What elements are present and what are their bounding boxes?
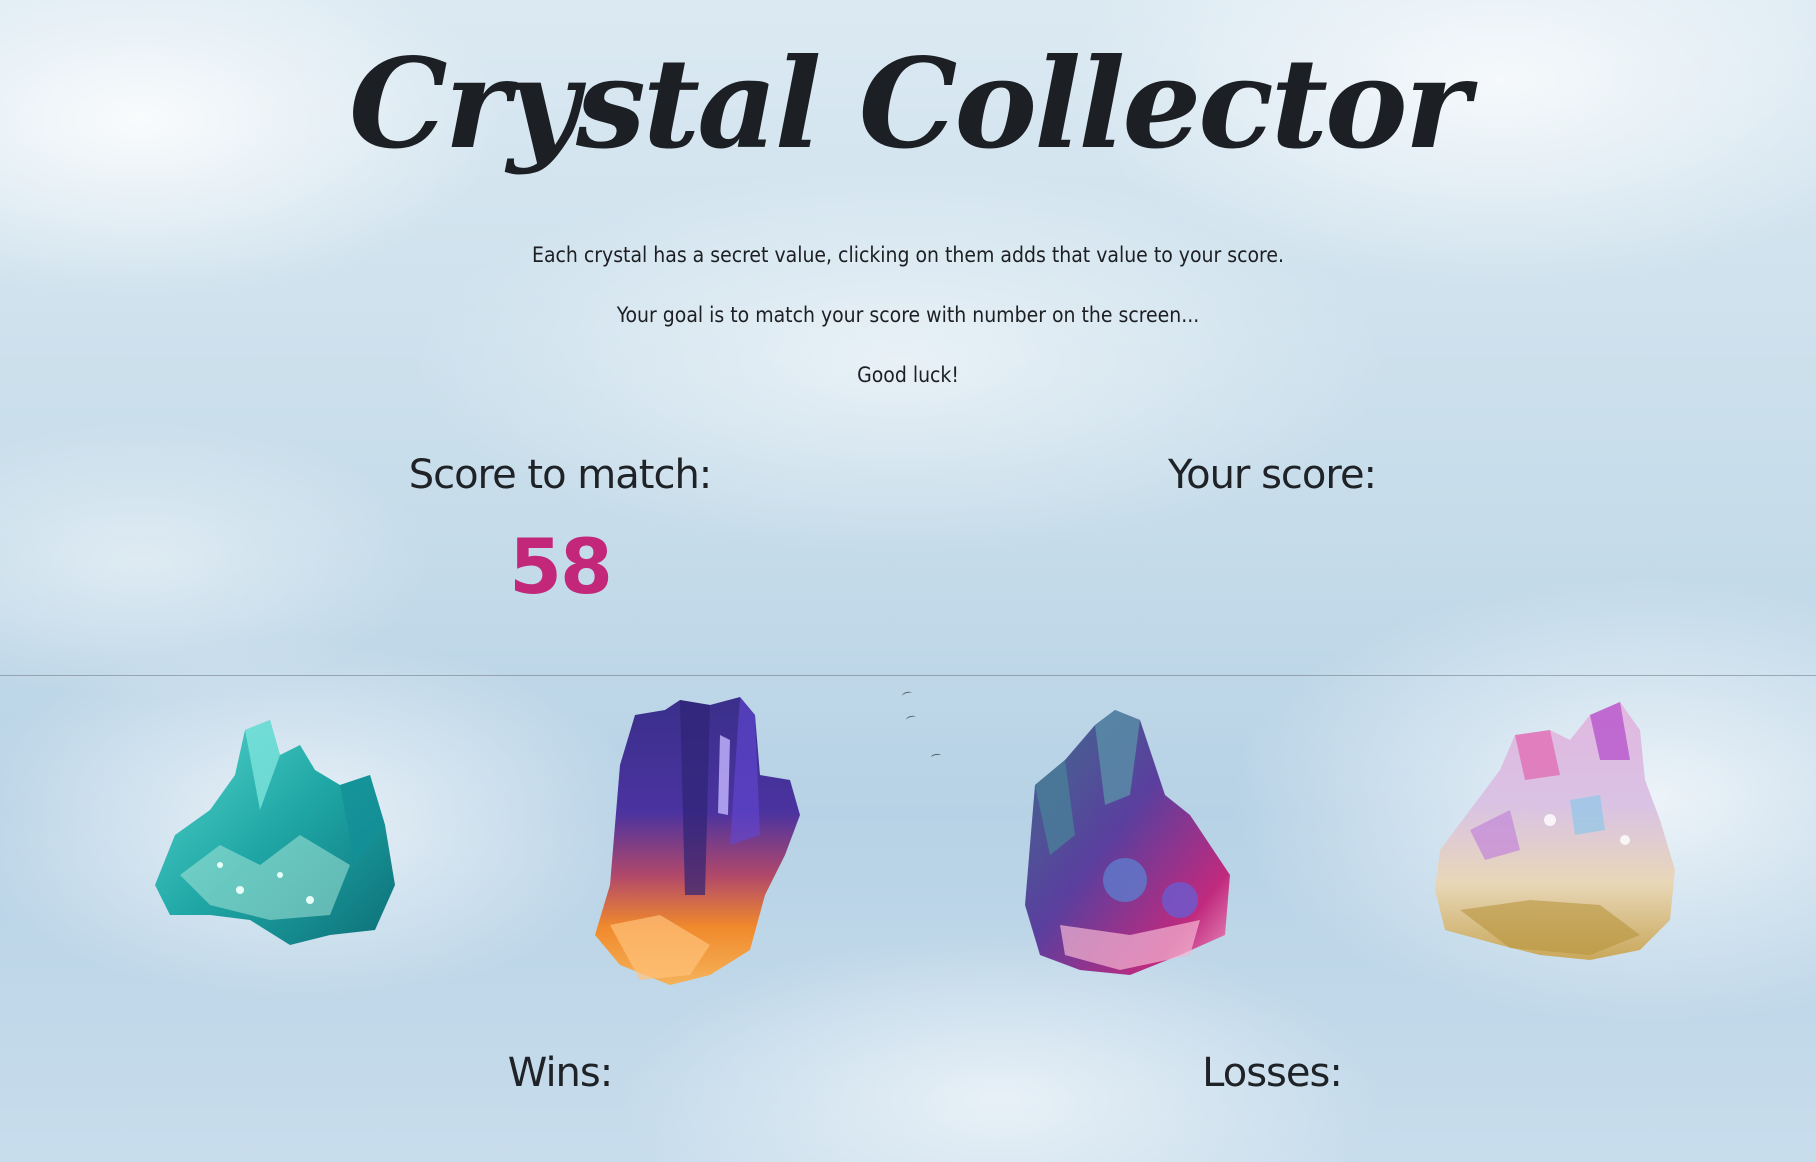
instruction-line-2: Your goal is to match your score with nu… [616, 303, 1200, 327]
divider [0, 675, 1816, 676]
rainbow-aura-crystal-icon [1435, 702, 1675, 960]
target-score-value: 58 [509, 522, 613, 611]
teal-crystal-icon [155, 720, 395, 945]
wins-label: Wins: [507, 1050, 613, 1096]
instruction-line-1: Each crystal has a secret value, clickin… [532, 243, 1284, 267]
losses-label: Losses: [1202, 1050, 1343, 1096]
bird-icon [930, 753, 942, 760]
purple-orange-crystal-icon [595, 697, 800, 985]
teal-crystal-button[interactable] [150, 715, 400, 955]
user-score-label: Your score: [1167, 452, 1377, 498]
page-title: Crystal Collector [348, 32, 1470, 177]
instruction-line-3: Good luck! [857, 363, 959, 387]
purple-orange-crystal-button[interactable] [590, 695, 810, 990]
bird-icon [901, 690, 913, 699]
instructions: Each crystal has a secret value, clickin… [0, 240, 1816, 420]
bird-icon [905, 714, 917, 723]
target-score-label: Score to match: [408, 452, 713, 498]
rainbow-aura-crystal-button[interactable] [1430, 700, 1680, 970]
purple-pink-crystal-button[interactable] [1020, 705, 1250, 980]
purple-pink-crystal-icon [1025, 710, 1230, 975]
